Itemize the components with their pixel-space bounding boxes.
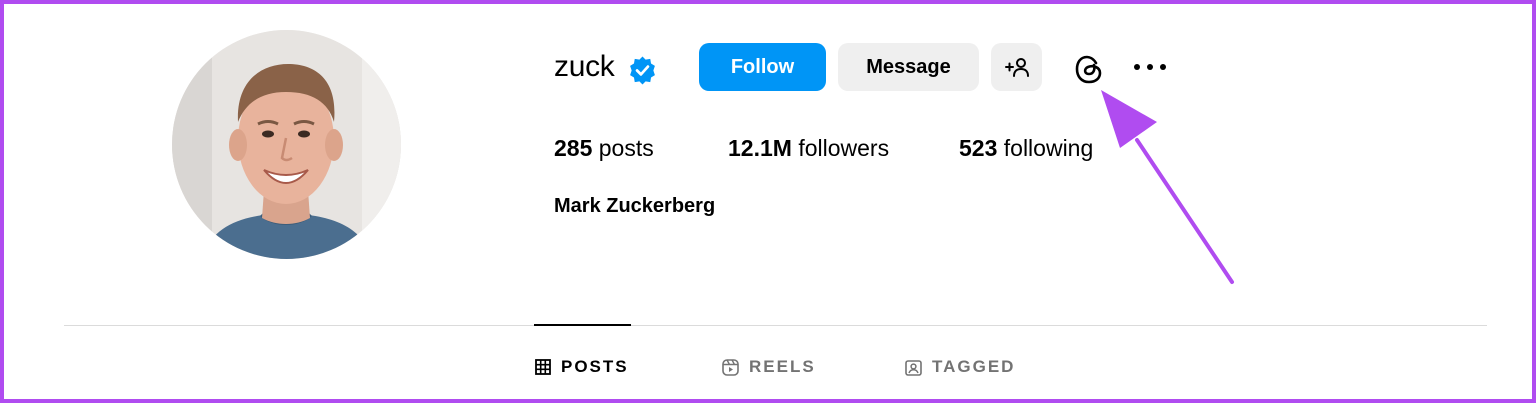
posts-count: 285 posts [554,133,654,163]
follow-button[interactable]: Follow [699,43,826,91]
followers-count-value: 12.1M [728,135,792,161]
add-user-button[interactable] [991,43,1042,91]
tab-tagged-label: TAGGED [932,357,1016,376]
tab-posts-label: POSTS [561,357,629,376]
ellipsis-icon [1134,64,1166,70]
active-tab-indicator [534,324,631,326]
posts-count-value: 285 [554,135,593,161]
tab-reels[interactable]: REELS [722,355,816,379]
threads-icon [1075,55,1102,84]
person-add-icon [1004,58,1029,77]
reels-icon [722,358,739,376]
following-label: following [997,135,1094,161]
avatar[interactable] [172,30,401,259]
followers-link[interactable]: 12.1M followers [728,133,889,163]
profile-photo [172,30,401,259]
tagged-icon [905,359,922,376]
tabs-divider [64,325,1487,326]
followers-label: followers [791,135,890,161]
full-name: Mark Zuckerberg [554,195,716,217]
following-link[interactable]: 523 following [959,133,1093,163]
username: zuck [554,50,615,83]
more-options-button[interactable] [1130,52,1170,82]
grid-icon [535,359,551,375]
tab-posts[interactable]: POSTS [535,355,629,379]
verified-badge-icon [630,56,655,85]
message-button[interactable]: Message [838,43,979,91]
tab-tagged[interactable]: TAGGED [905,355,1015,379]
threads-button[interactable] [1070,50,1108,88]
tab-reels-label: REELS [749,357,816,376]
following-count-value: 523 [959,135,998,161]
posts-count-label: posts [592,135,654,161]
